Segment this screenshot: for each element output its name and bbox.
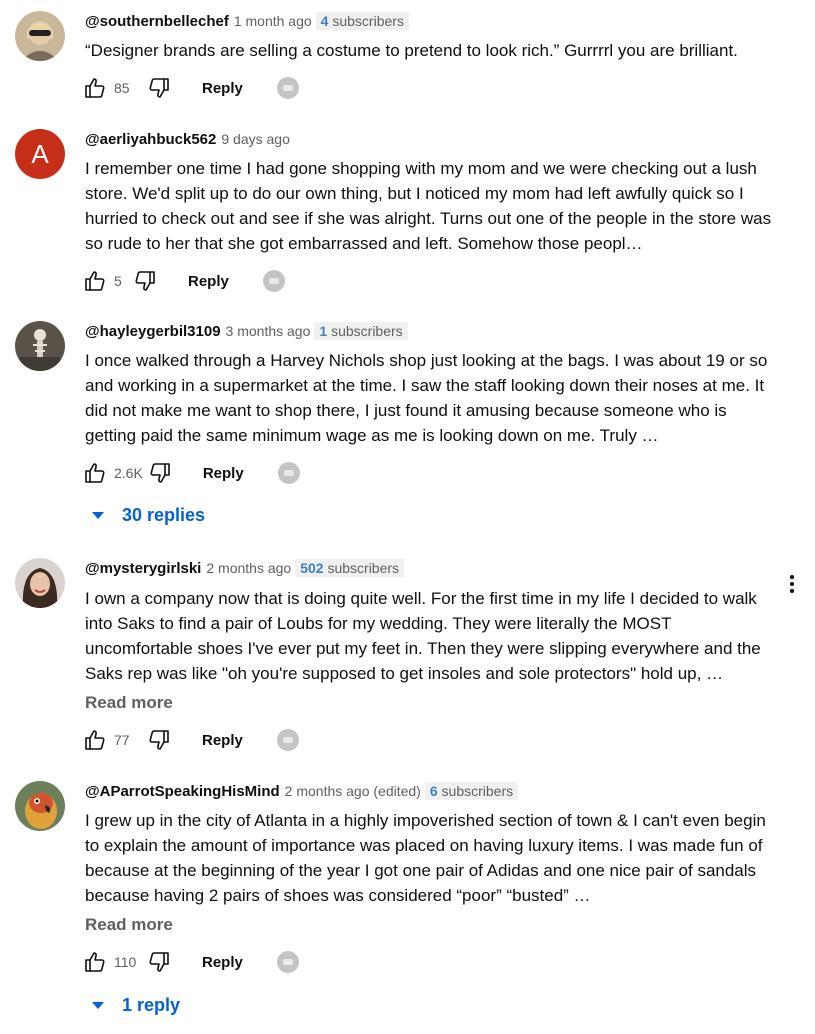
thumbs-down-icon <box>149 730 169 750</box>
subscriber-badge: 1 subscribers <box>314 322 408 340</box>
creator-heart-icon <box>276 77 299 99</box>
avatar[interactable] <box>15 558 65 608</box>
more-vert-icon <box>790 575 794 579</box>
avatar[interactable]: A <box>15 129 65 179</box>
avatar[interactable] <box>15 321 65 371</box>
avatar-letter: A <box>31 138 49 169</box>
caret-down-icon <box>92 512 104 519</box>
comment-time[interactable]: 2 months ago (edited) <box>285 783 421 799</box>
reply-button[interactable]: Reply <box>202 80 243 97</box>
comment-text: “Designer brands are selling a costume t… <box>85 41 738 60</box>
comment-header: @southernbellechef 1 month ago 4 subscri… <box>85 9 409 33</box>
comment-actions: 5 Reply <box>82 267 285 295</box>
like-button[interactable] <box>82 75 108 101</box>
subscriber-badge: 4 subscribers <box>315 12 409 30</box>
replies-label: 1 reply <box>122 995 181 1015</box>
subscriber-badge: 6 subscribers <box>424 782 519 800</box>
like-count: 77 <box>114 732 130 748</box>
comment-text: I grew up in the city of Atlanta in a hi… <box>85 811 766 905</box>
like-count: 2.6K <box>114 465 143 481</box>
like-button[interactable] <box>82 268 108 294</box>
avatar[interactable] <box>15 781 65 831</box>
comment-time[interactable]: 9 days ago <box>221 131 290 147</box>
thumbs-down-icon <box>135 271 155 291</box>
like-button[interactable] <box>82 727 108 753</box>
creator-heart-icon <box>277 462 300 484</box>
creator-heart-icon <box>276 951 299 973</box>
subscriber-count: 4 <box>320 13 329 29</box>
view-replies-button[interactable]: 1 reply <box>92 995 180 1016</box>
comment-time[interactable]: 3 months ago <box>226 323 311 339</box>
comment-text: I remember one time I had gone shopping … <box>85 159 772 253</box>
like-count: 110 <box>114 954 137 970</box>
more-actions-button[interactable] <box>789 575 795 593</box>
author-handle[interactable]: @hayleygerbil3109 <box>85 323 221 340</box>
reply-button[interactable]: Reply <box>203 465 244 482</box>
comment-text: I once walked through a Harvey Nichols s… <box>85 351 768 445</box>
creator-heart-icon <box>276 729 299 751</box>
like-count: 85 <box>114 80 130 96</box>
subscriber-badge: 502 subscribers <box>295 559 405 577</box>
comment-actions: 77 Reply <box>82 726 299 754</box>
comment-header: @aerliyahbuck562 9 days ago <box>85 127 290 151</box>
creator-heart-icon <box>262 270 285 292</box>
thumbs-down-icon <box>149 78 169 98</box>
reply-button[interactable]: Reply <box>202 732 243 749</box>
caret-down-icon <box>92 1002 104 1009</box>
author-handle[interactable]: @aerliyahbuck562 <box>85 131 216 148</box>
comment-actions: 85 Reply <box>82 74 299 102</box>
dislike-button[interactable] <box>146 75 172 101</box>
subscriber-count: 1 <box>319 323 328 339</box>
thumbs-down-icon <box>150 463 170 483</box>
subscriber-label: subscribers <box>332 13 404 29</box>
dislike-button[interactable] <box>146 727 172 753</box>
avatar[interactable] <box>15 11 65 61</box>
like-button[interactable] <box>82 460 108 486</box>
subscriber-label: subscribers <box>327 560 400 576</box>
view-replies-button[interactable]: 30 replies <box>92 505 205 526</box>
comment-actions: 110 Reply <box>82 948 299 976</box>
dislike-button[interactable] <box>132 268 158 294</box>
subscriber-label: subscribers <box>331 323 403 339</box>
comment-header: @AParrotSpeakingHisMind 2 months ago (ed… <box>85 779 519 803</box>
author-handle[interactable]: @AParrotSpeakingHisMind <box>85 783 280 800</box>
reply-button[interactable]: Reply <box>202 954 243 971</box>
thumbs-down-icon <box>149 952 169 972</box>
comment-header: @hayleygerbil3109 3 months ago 1 subscri… <box>85 319 408 343</box>
comment-text: I own a company now that is doing quite … <box>85 589 761 683</box>
thumbs-up-icon <box>85 78 105 98</box>
thumbs-up-icon <box>85 952 105 972</box>
read-more-button[interactable]: Read more <box>85 915 173 935</box>
dislike-button[interactable] <box>146 949 172 975</box>
thumbs-up-icon <box>85 463 105 483</box>
thumbs-up-icon <box>85 730 105 750</box>
author-handle[interactable]: @mysterygirlski <box>85 560 201 577</box>
subscriber-label: subscribers <box>441 783 514 799</box>
thumbs-up-icon <box>85 271 105 291</box>
like-count: 5 <box>114 273 122 289</box>
subscriber-count: 502 <box>300 560 324 576</box>
comment-header: @mysterygirlski 2 months ago 502 subscri… <box>85 556 405 580</box>
read-more-button[interactable]: Read more <box>85 693 173 713</box>
dislike-button[interactable] <box>147 460 173 486</box>
like-button[interactable] <box>82 949 108 975</box>
comment-actions: 2.6K Reply <box>82 459 300 487</box>
replies-label: 30 replies <box>122 505 206 525</box>
author-handle[interactable]: @southernbellechef <box>85 13 229 30</box>
subscriber-count: 6 <box>429 783 438 799</box>
comment-time[interactable]: 2 months ago <box>206 560 291 576</box>
reply-button[interactable]: Reply <box>188 273 229 290</box>
comment-time[interactable]: 1 month ago <box>234 13 312 29</box>
